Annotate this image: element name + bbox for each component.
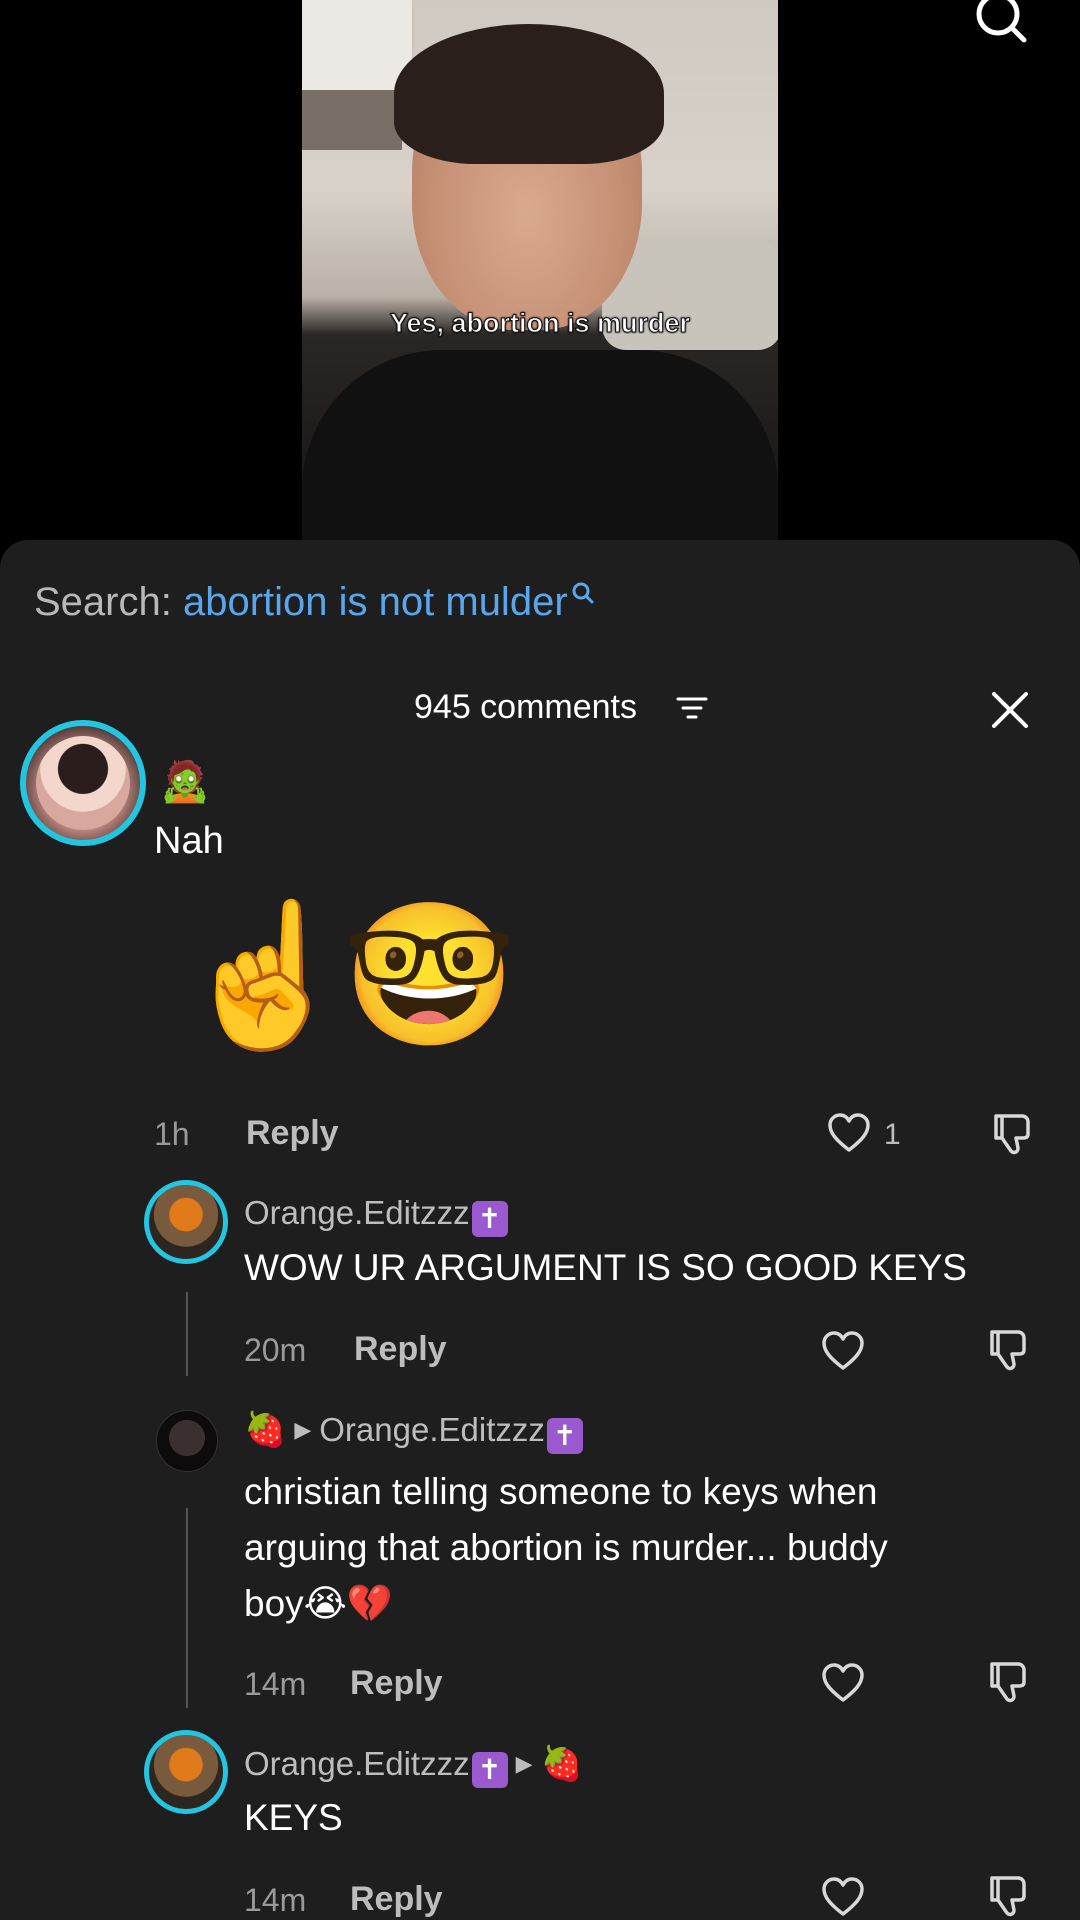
search-suggestion[interactable]: Search: abortion is not mulder: [34, 580, 596, 625]
heart-icon[interactable]: [826, 1112, 872, 1154]
avatar[interactable]: [144, 1730, 228, 1814]
reply-text-line: arguing that abortion is murder... buddy: [244, 1527, 888, 1568]
reply-username[interactable]: Orange.Editzzz ✝: [244, 1194, 508, 1237]
search-prefix: Search:: [34, 580, 172, 624]
video-person-hair: [394, 24, 664, 164]
thread-line: [186, 1508, 188, 1708]
comments-header: 945 comments: [0, 688, 1080, 738]
search-icon[interactable]: [970, 0, 1030, 48]
video-player[interactable]: Yes, abortion is murder: [0, 0, 1080, 540]
search-term-icon: [572, 582, 594, 604]
reply-arrow-icon: ▶: [294, 1417, 312, 1442]
video-caption: Yes, abortion is murder: [389, 308, 691, 339]
comment-timestamp: 1h: [154, 1116, 190, 1152]
reply-to-emoji[interactable]: 🍓: [541, 1745, 583, 1783]
reply-timestamp: 14m: [244, 1666, 307, 1702]
reply-timestamp: 14m: [244, 1882, 307, 1918]
reply-username-emoji[interactable]: 🍓: [244, 1411, 286, 1449]
reply-username-text[interactable]: Orange.Editzzz: [244, 1745, 470, 1782]
reply-text-line: christian telling someone to keys when: [244, 1471, 878, 1512]
reply-username-text[interactable]: Orange.Editzzz: [244, 1194, 470, 1231]
reply-text: WOW UR ARGUMENT IS SO GOOD KEYS: [244, 1247, 967, 1288]
dislike-icon[interactable]: [984, 1326, 1032, 1374]
avatar-image: [36, 736, 130, 830]
avatar[interactable]: [144, 1180, 228, 1264]
dislike-icon[interactable]: [988, 1110, 1036, 1158]
reply-button[interactable]: Reply: [350, 1880, 443, 1919]
cross-badge-icon: ✝: [471, 1752, 508, 1788]
reply-button[interactable]: Reply: [246, 1114, 339, 1153]
cross-badge-icon: ✝: [471, 1201, 508, 1237]
dislike-icon[interactable]: [984, 1872, 1032, 1920]
reply-button[interactable]: Reply: [350, 1664, 443, 1703]
reply-timestamp: 20m: [244, 1332, 307, 1368]
reply-username[interactable]: 🍓 ▶ Orange.Editzzz ✝: [244, 1410, 583, 1454]
reply-text-line: boy😭💔: [244, 1583, 393, 1624]
heart-icon[interactable]: [820, 1330, 866, 1372]
avatar[interactable]: [20, 720, 146, 846]
comment-username-emoji[interactable]: 🧟: [160, 762, 210, 802]
avatar[interactable]: [156, 1410, 218, 1472]
comments-sheet: Search: abortion is not mulder 945 comme…: [0, 540, 1080, 1920]
filter-icon[interactable]: [676, 694, 708, 724]
thread-line: [186, 1292, 188, 1376]
video-background-shelf: [302, 90, 402, 150]
heart-icon[interactable]: [820, 1876, 866, 1918]
comment-count: 945 comments: [414, 688, 637, 726]
video-frame[interactable]: [302, 0, 778, 540]
comment-text: Nah: [154, 820, 224, 862]
reply-username[interactable]: Orange.Editzzz ✝ ▶ 🍓: [244, 1744, 583, 1788]
comment-emoji-line: ☝️🤓: [178, 896, 517, 1053]
dislike-icon[interactable]: [984, 1658, 1032, 1706]
like-count: 1: [884, 1118, 901, 1151]
reply-arrow-icon: ▶: [515, 1751, 533, 1776]
reply-button[interactable]: Reply: [354, 1330, 447, 1369]
heart-icon[interactable]: [820, 1662, 866, 1704]
video-person-shirt: [302, 350, 778, 540]
reply-to-username[interactable]: Orange.Editzzz: [319, 1411, 545, 1448]
reply-text: KEYS: [244, 1797, 343, 1838]
close-icon[interactable]: [988, 688, 1032, 732]
cross-badge-icon: ✝: [546, 1418, 583, 1454]
search-term-link[interactable]: abortion is not mulder: [183, 580, 568, 624]
